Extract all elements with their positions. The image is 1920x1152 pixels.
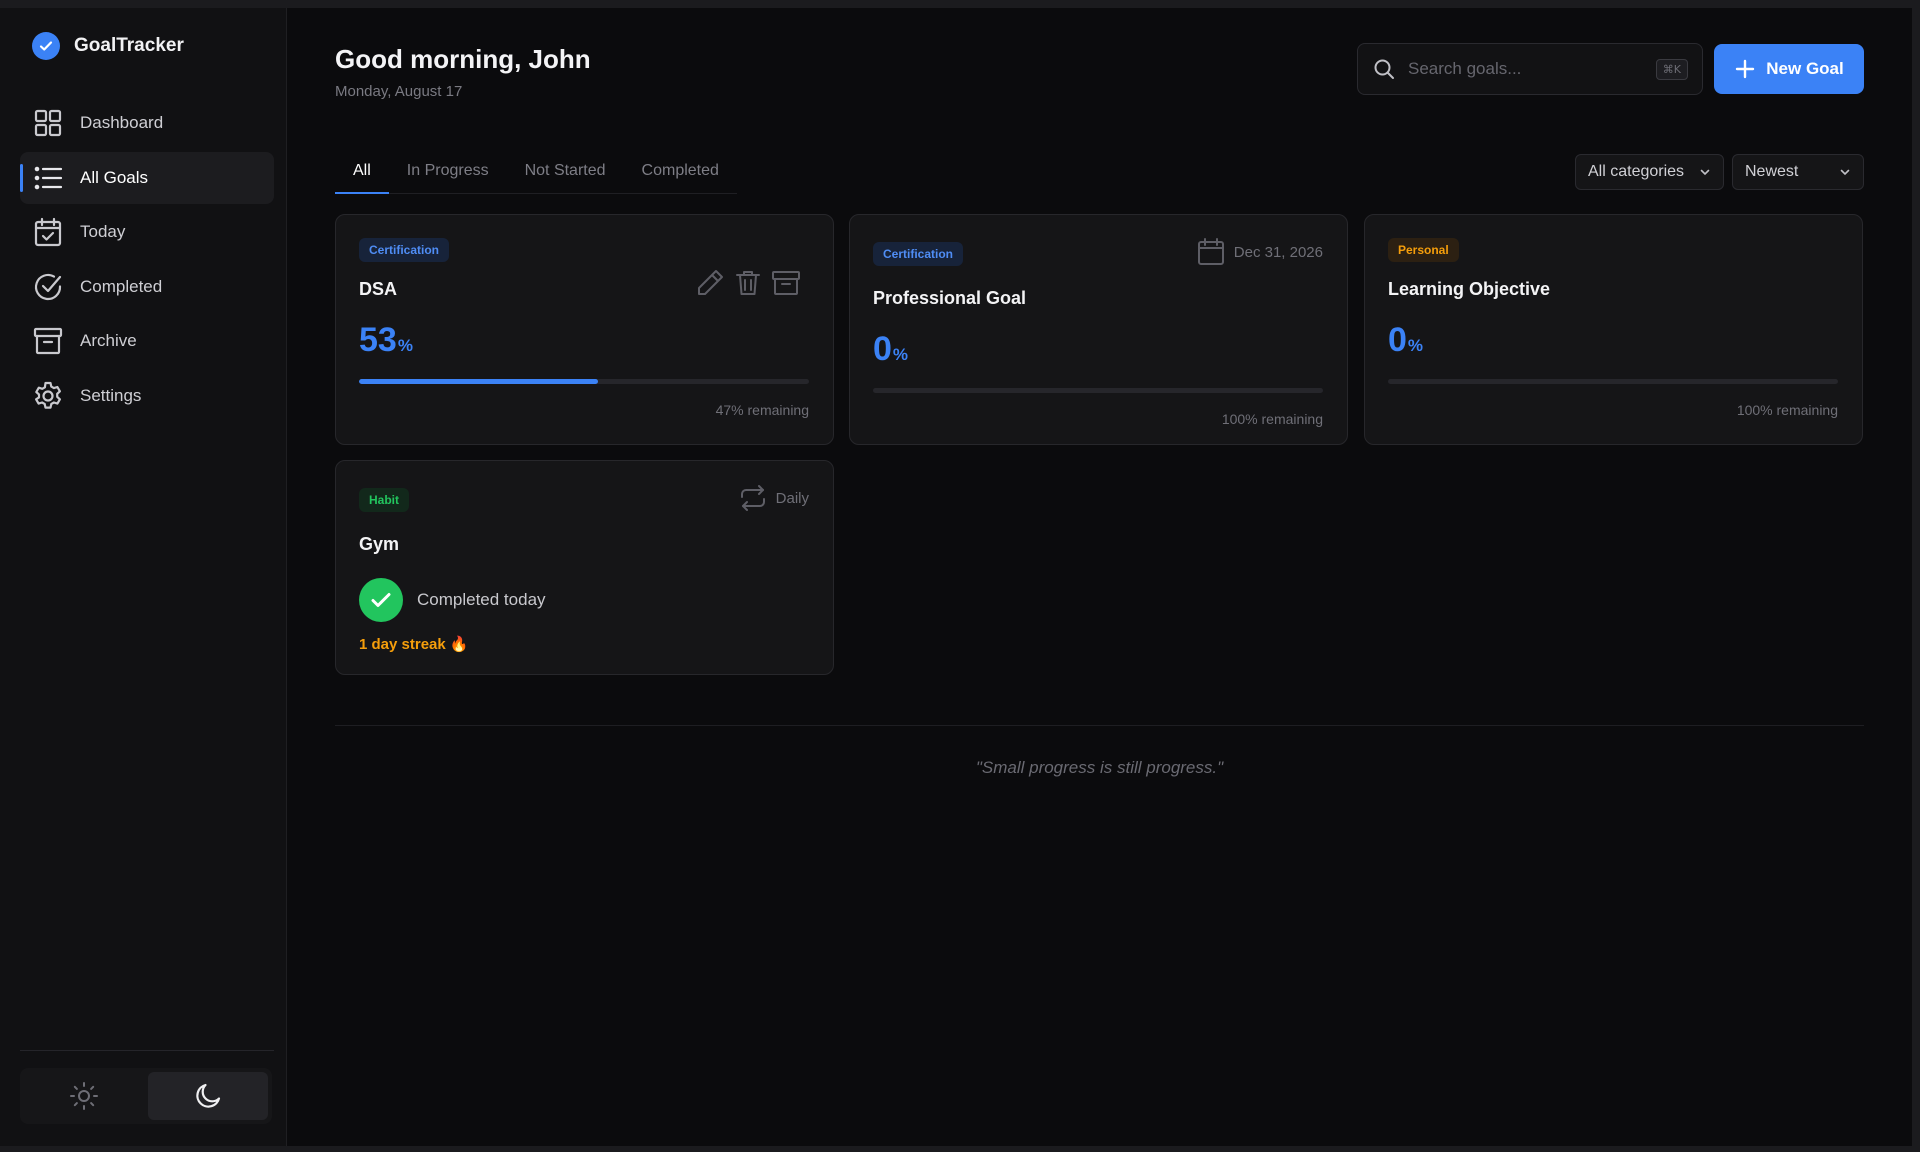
goal-card-learning-objective[interactable]: Personal Learning Objective 0% 100% rema… [1364, 214, 1863, 445]
sidebar-item-label: Dashboard [80, 113, 164, 132]
category-badge: Habit [359, 488, 409, 512]
brand[interactable]: GoalTracker [32, 32, 184, 60]
divider [20, 1050, 274, 1051]
frequency-text: Daily [775, 489, 809, 507]
tab-completed[interactable]: Completed [624, 154, 737, 194]
habit-title: Gym [359, 534, 400, 554]
check-circle-icon [34, 273, 62, 300]
sidebar-item-label: Today [80, 222, 126, 241]
gear-icon [35, 381, 61, 409]
delete-button[interactable] [731, 266, 765, 300]
percent-value: 0 [1388, 321, 1407, 359]
repeat-icon [740, 485, 765, 511]
search-box[interactable]: ⌘K [1357, 43, 1703, 95]
progress-percent: 0% [1388, 321, 1424, 359]
sort-select[interactable]: Newest [1732, 154, 1864, 190]
remaining-text: 47% remaining [715, 402, 809, 418]
grid-icon [34, 109, 62, 137]
app-window: GoalTracker Dashboard All Goals Today Co… [0, 8, 1912, 1146]
dark-theme-button[interactable] [148, 1072, 268, 1120]
moon-icon [196, 1083, 221, 1108]
tab-not-started[interactable]: Not Started [507, 154, 624, 194]
check-logo-icon [32, 32, 60, 60]
pencil-icon [698, 270, 723, 295]
page-title: Good morning, John [335, 44, 591, 74]
theme-toggle [20, 1068, 272, 1124]
goal-title: Learning Objective [1388, 279, 1551, 299]
light-theme-button[interactable] [24, 1072, 144, 1120]
sidebar-item-label: All Goals [80, 167, 149, 187]
sidebar-item-label: Completed [80, 276, 163, 296]
category-filter-select[interactable]: All categories [1575, 154, 1724, 190]
sidebar-item-label: Settings [80, 385, 142, 405]
streak-counter: 1 day streak 🔥 [359, 636, 469, 653]
status-tabs: All In Progress Not Started Completed [335, 154, 737, 194]
percent-value: 53 [359, 321, 397, 359]
sidebar-item-settings[interactable]: Settings [20, 370, 274, 422]
chevron-down-icon [1700, 169, 1710, 176]
goal-card-dsa[interactable]: Certification DSA 53% 47% remaining [335, 214, 834, 445]
category-badge: Certification [359, 238, 450, 262]
goal-title: DSA [359, 279, 398, 299]
sidebar-item-dashboard[interactable]: Dashboard [20, 97, 274, 149]
archive-button[interactable] [769, 266, 803, 300]
sidebar-item-all-goals[interactable]: All Goals [20, 151, 274, 204]
completion-status: Completed today [417, 590, 546, 609]
trash-icon [736, 271, 760, 295]
tab-in-progress[interactable]: In Progress [389, 154, 507, 194]
sun-icon [70, 1082, 98, 1110]
divider [335, 725, 1864, 726]
edit-button[interactable] [693, 266, 727, 300]
goal-card-professional-goal[interactable]: Certification Dec 31, 2026 Professional … [849, 214, 1348, 445]
progress-bar [1388, 379, 1838, 384]
goal-title: Professional Goal [873, 288, 1027, 308]
calendar-icon [1197, 238, 1224, 265]
list-icon [34, 166, 63, 189]
progress-bar-fill [359, 379, 598, 384]
plus-icon [1736, 59, 1755, 79]
sidebar-item-completed[interactable]: Completed [20, 261, 274, 313]
habit-frequency: Daily [738, 483, 809, 513]
sidebar-nav: Dashboard All Goals Today Completed Arch… [20, 97, 274, 424]
tab-all[interactable]: All [335, 154, 389, 194]
sidebar-item-today[interactable]: Today [20, 206, 274, 258]
due-date: Dec 31, 2026 [1196, 237, 1323, 267]
keyboard-shortcut-hint: ⌘K [1655, 58, 1688, 80]
remaining-text: 100% remaining [1221, 411, 1323, 427]
archive-icon [772, 271, 800, 295]
remaining-text: 100% remaining [1736, 402, 1838, 418]
progress-bar [359, 379, 809, 384]
archive-icon [33, 327, 63, 355]
main-content: Good morning, John Monday, August 17 ⌘K … [287, 8, 1912, 1146]
app-name: GoalTracker [74, 35, 184, 56]
category-badge: Certification [873, 242, 964, 266]
percent-value: 0 [873, 330, 892, 368]
progress-percent: 0% [873, 330, 909, 368]
category-filter-value: All categories [1588, 163, 1685, 180]
search-input[interactable] [1408, 59, 1644, 79]
sidebar-item-label: Archive [80, 331, 137, 350]
category-badge: Personal [1388, 238, 1459, 262]
calendar-check-icon [34, 217, 62, 247]
sort-value: Newest [1745, 163, 1799, 180]
motivational-quote: "Small progress is still progress." [975, 758, 1224, 777]
new-goal-label: New Goal [1766, 59, 1844, 78]
new-goal-button[interactable]: New Goal [1714, 44, 1864, 94]
habit-card-gym[interactable]: Habit Daily Gym Completed today 1 day st… [335, 460, 834, 675]
sidebar: GoalTracker Dashboard All Goals Today Co… [0, 8, 287, 1146]
chevron-down-icon [1840, 169, 1850, 176]
sidebar-item-archive[interactable]: Archive [20, 315, 274, 367]
due-date-text: Dec 31, 2026 [1233, 243, 1323, 261]
check-icon [371, 593, 391, 607]
habit-complete-toggle[interactable] [359, 578, 403, 622]
progress-bar [873, 388, 1323, 393]
progress-percent: 53% [359, 321, 413, 359]
current-date: Monday, August 17 [335, 83, 463, 100]
search-icon [1374, 59, 1394, 79]
